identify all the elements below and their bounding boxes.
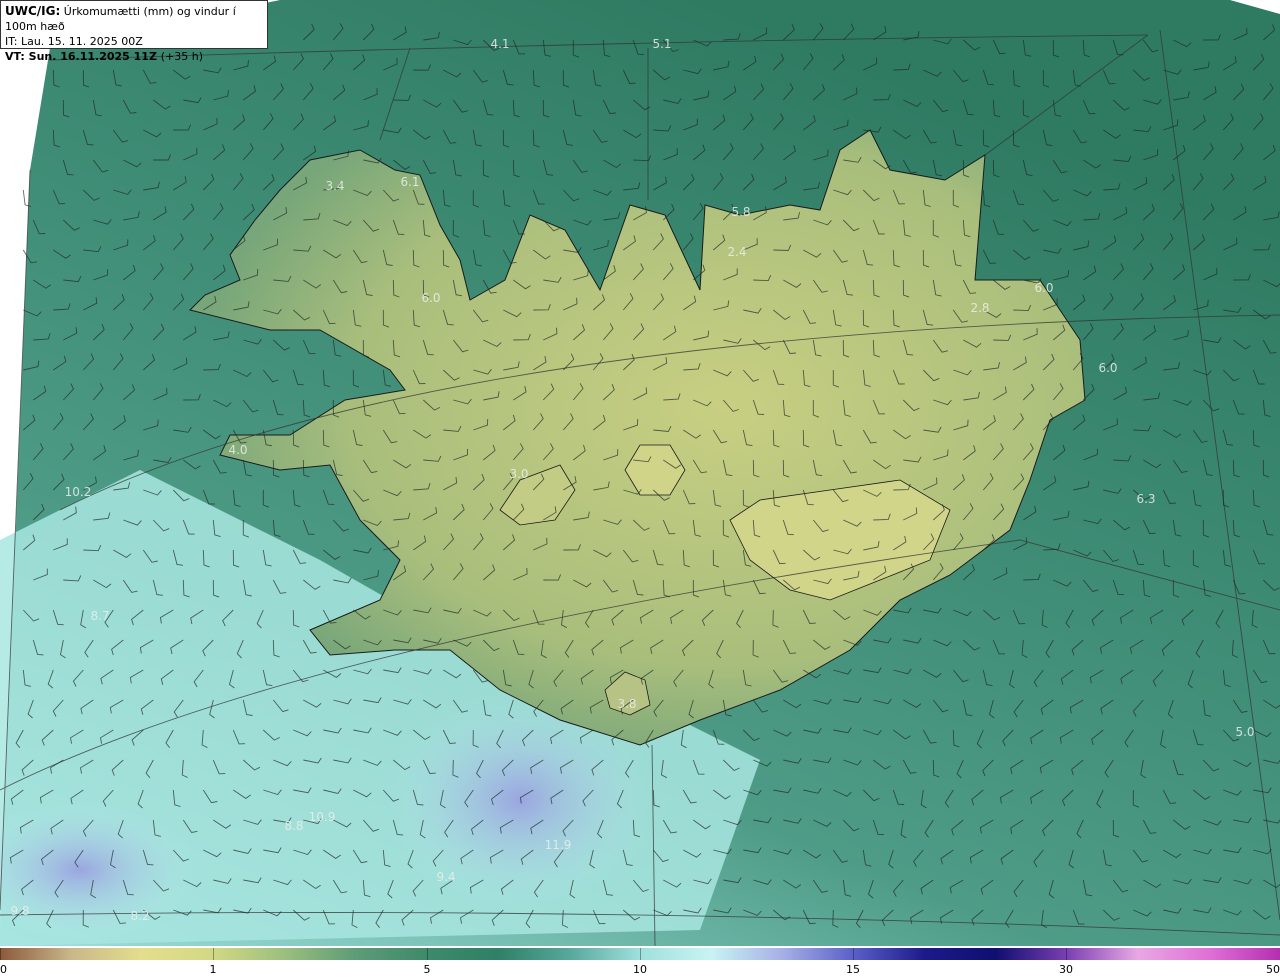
colorbar-tick [853,948,854,960]
precip-value-label: 4.1 [490,37,509,51]
precipitation-wind-map[interactable]: 4.1 5.1 3.4 6.1 5.8 2.4 6.0 6.0 2.8 6.0 4.0 3.0 10.2… [0,0,1280,946]
precip-value-label: 5.8 [731,205,750,219]
precip-value-label: 9.8 [10,904,29,918]
initial-time: IT: Lau. 15. 11. 2025 00Z [5,35,143,48]
colorbar-label: 1 [209,963,217,976]
precip-value-label: 8.8 [284,819,303,833]
colorbar-tick [0,948,1,960]
colorbar-tick [427,948,428,960]
colorbar-label: 0 [0,963,7,976]
precip-value-label: 2.8 [970,301,989,315]
precip-value-label: 9.4 [436,870,455,884]
colorbar-label: 5 [423,963,431,976]
precip-value-label: 6.0 [421,291,440,305]
precip-value-label: 6.0 [1034,281,1053,295]
colorbar-tick [640,948,641,960]
precip-value-label: 3.0 [509,467,528,481]
precip-value-label: 5.0 [1235,725,1254,739]
colorbar-label: 15 [846,963,860,976]
precip-value-label: 8.7 [90,609,109,623]
forecast-info-box: UWC/IG: Úrkomumætti (mm) og vindur í 100… [0,0,268,63]
precip-value-label: 5.1 [652,37,671,51]
precip-value-label: 10.9 [309,810,336,824]
model-name: UWC/IG: [5,4,61,18]
precip-value-label: 6.1 [400,175,419,189]
colorbar-label: 10 [633,963,647,976]
precip-value-label: 10.2 [65,485,92,499]
colorbar-label: 50 [1266,963,1280,976]
colorbar-tick [213,948,214,960]
colorbar-tick [1066,948,1067,960]
colorbar-legend: 0 1 5 10 15 30 50 [0,946,1280,978]
colorbar-label: 30 [1059,963,1073,976]
lead-time: (+35 h) [160,50,204,63]
precip-value-label: 3.4 [325,179,344,193]
precip-value-label: 4.0 [228,443,247,457]
precip-value-label: 8.2 [130,909,149,923]
precip-value-label: 6.0 [1098,361,1117,375]
precip-value-label: 11.9 [545,838,572,852]
valid-time: VT: Sun. 16.11.2025 11Z [5,50,157,63]
precip-value-label: 3.8 [617,697,636,711]
precip-value-label: 6.3 [1136,492,1155,506]
precip-value-label: 2.4 [727,245,746,259]
